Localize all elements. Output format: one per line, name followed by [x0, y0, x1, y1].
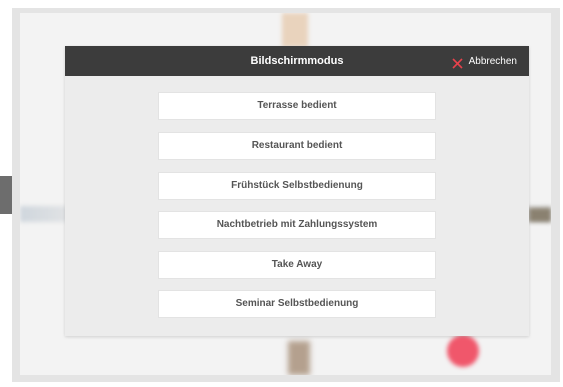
mode-option-restaurant-bedient[interactable]: Restaurant bedient — [158, 132, 436, 160]
cancel-label: Abbrechen — [468, 55, 517, 67]
mode-option-take-away[interactable]: Take Away — [158, 251, 436, 279]
background-blur-shape — [288, 341, 310, 375]
mode-option-nachtbetrieb[interactable]: Nachtbetrieb mit Zahlungssystem — [158, 211, 436, 239]
screen-mode-dialog: Bildschirmmodus Abbrechen Terrasse bedie… — [65, 46, 529, 336]
mode-option-seminar-selbstbedienung[interactable]: Seminar Selbstbedienung — [158, 290, 436, 318]
side-tab-handle — [0, 176, 12, 214]
background-blur-shape — [282, 13, 308, 47]
cancel-button[interactable]: Abbrechen — [452, 46, 517, 76]
mode-option-terrasse-bedient[interactable]: Terrasse bedient — [158, 92, 436, 120]
close-icon — [452, 56, 463, 69]
dialog-header: Bildschirmmodus Abbrechen — [65, 46, 529, 76]
background-blur-shape — [447, 335, 479, 367]
screenshot-stage: Bildschirmmodus Abbrechen Terrasse bedie… — [0, 0, 563, 387]
mode-option-fruehstueck-selbstbedienung[interactable]: Frühstück Selbstbedienung — [158, 172, 436, 200]
background-blur-shape — [529, 208, 551, 222]
